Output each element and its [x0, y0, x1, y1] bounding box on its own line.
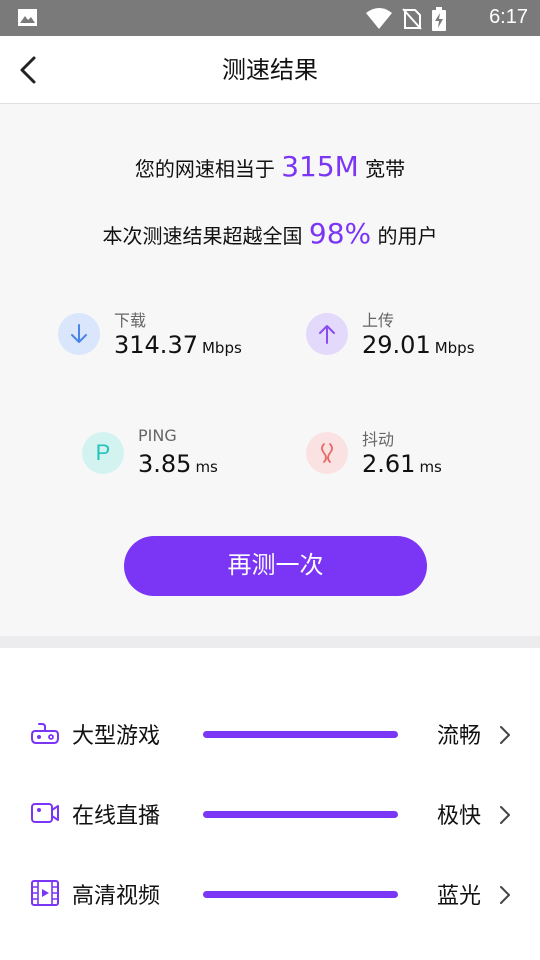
- bandwidth-suffix: 宽带: [365, 157, 406, 181]
- no-sim-icon: [402, 8, 422, 30]
- ping-label: PING: [138, 426, 177, 445]
- gamepad-icon: [31, 723, 59, 744]
- chevron-right-icon: [500, 726, 510, 744]
- upload-label: 上传: [362, 311, 395, 330]
- bandwidth-value: 315M: [281, 150, 359, 183]
- film-icon: [31, 880, 59, 906]
- section-divider: [0, 636, 540, 648]
- item-name: 大型游戏: [72, 724, 161, 749]
- wifi-icon: [366, 8, 392, 29]
- quality-bar: [203, 891, 398, 898]
- status-time: 6:17: [489, 6, 528, 28]
- retest-button[interactable]: 再测一次: [124, 536, 427, 596]
- jitter-value: 2.61: [362, 450, 416, 478]
- quality-bar: [203, 731, 398, 738]
- jitter-label: 抖动: [362, 430, 395, 449]
- ping-icon: P: [82, 432, 124, 474]
- bandwidth-summary: 您的网速相当于 315M 宽带: [0, 150, 540, 183]
- jitter-unit: ms: [419, 458, 442, 476]
- percentile-value: 98%: [308, 217, 372, 250]
- ping-value: 3.85: [138, 450, 192, 478]
- item-grade: 蓝光: [437, 884, 482, 909]
- jitter-value-group: 2.61 ms: [362, 450, 442, 478]
- upload-value-group: 29.01 Mbps: [362, 331, 475, 359]
- quality-bar: [203, 811, 398, 818]
- battery-charging-icon: [432, 7, 446, 31]
- usage-list: 大型游戏 流畅 在线直播 极快 高清视频 蓝光: [0, 648, 540, 960]
- item-grade: 极快: [437, 804, 482, 829]
- chevron-right-icon: [500, 806, 510, 824]
- download-unit: Mbps: [201, 339, 242, 357]
- video-camera-icon: [31, 803, 59, 823]
- download-value: 314.37: [114, 331, 198, 359]
- jitter-wave-icon: [306, 432, 348, 474]
- list-item-gaming[interactable]: 大型游戏 流畅: [0, 704, 540, 764]
- item-name: 在线直播: [72, 804, 161, 829]
- item-name: 高清视频: [72, 884, 161, 909]
- gallery-icon: [18, 9, 37, 26]
- download-value-group: 314.37 Mbps: [114, 331, 242, 359]
- list-item-hd-video[interactable]: 高清视频 蓝光: [0, 864, 540, 924]
- list-item-livestream[interactable]: 在线直播 极快: [0, 784, 540, 844]
- ping-unit: ms: [195, 458, 218, 476]
- ping-value-group: 3.85 ms: [138, 450, 218, 478]
- status-bar: 6:17: [0, 0, 540, 36]
- page-title: 测速结果: [222, 56, 318, 84]
- chevron-right-icon: [500, 886, 510, 904]
- upload-value: 29.01: [362, 331, 431, 359]
- download-label: 下载: [114, 311, 147, 330]
- percentile-suffix: 的用户: [377, 224, 438, 248]
- percentile-prefix: 本次测速结果超越全国: [102, 224, 303, 248]
- app-header: 测速结果: [0, 36, 540, 104]
- item-grade: 流畅: [437, 724, 482, 749]
- download-arrow-icon: [58, 313, 100, 355]
- bandwidth-prefix: 您的网速相当于: [134, 157, 275, 181]
- list-item-partial[interactable]: [0, 944, 540, 960]
- percentile-summary: 本次测速结果超越全国 98% 的用户: [0, 217, 540, 250]
- upload-arrow-icon: [306, 313, 348, 355]
- upload-unit: Mbps: [434, 339, 475, 357]
